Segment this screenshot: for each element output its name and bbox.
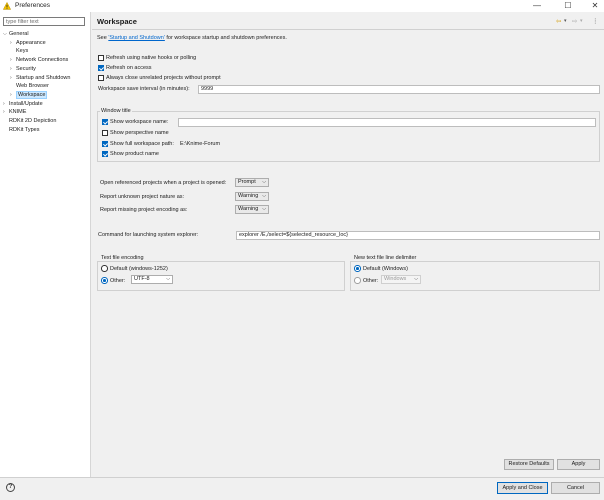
encoding-other-select[interactable]: UTF-8 ⌵ <box>131 275 173 284</box>
cancel-button[interactable]: Cancel <box>551 482 600 494</box>
refresh-native-label: Refresh using native hooks or polling <box>106 55 197 61</box>
tree-item-label: Network Connections <box>16 57 69 64</box>
system-explorer-input[interactable]: explorer /E,/select=${selected_resource_… <box>236 230 600 240</box>
page-title: Workspace <box>97 17 137 26</box>
line-delimiter-group-label: New text file line delimiter <box>353 255 418 261</box>
tree-item-label: Install/Update <box>9 100 43 107</box>
filter-input[interactable] <box>3 17 85 26</box>
encoding-other-label: Other: <box>110 277 126 284</box>
chevron-down-icon: ⌵ <box>262 206 266 212</box>
full-workspace-path-value: E:\Knime-Forum <box>180 141 221 147</box>
back-menu-chevron-icon[interactable]: ▾ <box>564 18 567 24</box>
back-arrow-icon[interactable]: ⇦ <box>556 17 561 25</box>
view-menu-icon[interactable]: ⋮ <box>592 17 599 25</box>
delimiter-default-label: Default (Windows) <box>363 265 408 272</box>
startup-shutdown-link[interactable]: 'Startup and Shutdown' <box>108 35 165 41</box>
show-perspective-name-checkbox[interactable] <box>102 130 108 136</box>
window-title: Preferences <box>15 2 51 9</box>
show-product-name-label: Show product name <box>110 151 159 157</box>
tree-item[interactable]: RDKit 2D Depiction <box>3 117 56 126</box>
tree-item-label: KNIME <box>9 109 27 116</box>
save-interval-label: Workspace save interval (in minutes): <box>98 86 190 92</box>
show-full-path-label: Show full workspace path: <box>110 141 174 147</box>
tree-item[interactable]: › KNIME <box>3 108 26 117</box>
tree-item[interactable]: › Install/Update <box>3 100 43 109</box>
show-full-path-checkbox[interactable] <box>102 141 108 147</box>
title-bar <box>0 0 604 12</box>
unknown-nature-select[interactable]: Warning ⌵ <box>235 192 269 201</box>
tree-item-label: RDKit Types <box>9 126 40 133</box>
missing-encoding-label: Report missing project encoding as: <box>100 207 188 213</box>
header-divider <box>92 29 604 30</box>
tree-item[interactable]: RDKit Types <box>3 126 39 135</box>
restore-defaults-button[interactable]: Restore Defaults <box>504 459 554 470</box>
tree-item[interactable]: › Appearance <box>10 39 46 48</box>
close-unrelated-label: Always close unrelated projects without … <box>106 75 221 81</box>
tree-item-label: Startup and Shutdown <box>16 74 71 81</box>
minimize-button[interactable]: — <box>528 0 546 12</box>
missing-encoding-value: Warning <box>238 206 259 212</box>
help-icon[interactable]: ? <box>6 483 15 492</box>
chevron-down-icon: ⌵ <box>166 276 170 282</box>
intro-text: See 'Startup and Shutdown' for workspace… <box>97 35 287 41</box>
apply-button[interactable]: Apply <box>557 459 600 470</box>
tree-item[interactable]: Keys <box>10 47 28 56</box>
forward-arrow-icon[interactable]: ⇨ <box>572 17 577 25</box>
tree-item-label: Appearance <box>16 39 46 46</box>
missing-encoding-select[interactable]: Warning ⌵ <box>235 205 269 214</box>
tree-item[interactable]: ⌵ General <box>3 30 29 39</box>
show-workspace-name-label: Show workspace name: <box>110 119 169 125</box>
tree-item-label: General <box>9 31 29 37</box>
text-encoding-group-label: Text file encoding <box>100 255 145 261</box>
open-referenced-select[interactable]: Prompt ⌵ <box>235 178 269 187</box>
window-title-group-label: Window title <box>100 108 132 114</box>
tree-item[interactable]: › Workspace <box>10 90 48 100</box>
tree-item[interactable]: › Startup and Shutdown <box>10 74 70 83</box>
app-warning-icon <box>3 2 11 10</box>
close-window-button[interactable]: ✕ <box>586 0 604 12</box>
tree-item[interactable]: › Security <box>10 65 36 74</box>
delimiter-other-radio[interactable] <box>354 277 361 284</box>
encoding-other-value: UTF-8 <box>134 276 150 282</box>
tree-item[interactable]: Web Browser <box>10 82 49 91</box>
show-workspace-name-checkbox[interactable] <box>102 119 108 125</box>
workspace-name-input[interactable] <box>178 117 596 127</box>
tree-item[interactable]: › Network Connections <box>10 56 68 65</box>
show-product-name-checkbox[interactable] <box>102 151 108 157</box>
encoding-default-label: Default (windows-1252) <box>110 265 168 272</box>
apply-and-close-button[interactable]: Apply and Close <box>497 482 548 494</box>
save-interval-input[interactable]: 9999 <box>198 84 600 94</box>
open-referenced-label: Open referenced projects when a project … <box>100 180 227 186</box>
maximize-button[interactable]: ☐ <box>559 0 577 12</box>
encoding-other-radio[interactable] <box>101 277 108 284</box>
preferences-sidebar: ⌵General›AppearanceKeys›Network Connecti… <box>0 12 91 489</box>
refresh-access-checkbox[interactable] <box>98 65 104 71</box>
show-perspective-name-label: Show perspective name <box>110 130 169 136</box>
tree-item-label: Security <box>16 65 36 72</box>
intro-suffix: for workspace startup and shutdown prefe… <box>164 35 287 41</box>
tree-item-label: Keys <box>16 48 29 55</box>
chevron-down-icon: ⌵ <box>414 276 418 282</box>
system-explorer-label: Command for launching system explorer: <box>98 232 199 238</box>
forward-menu-chevron-icon[interactable]: ▾ <box>580 18 583 24</box>
refresh-native-checkbox[interactable] <box>98 55 104 61</box>
chevron-down-icon: ⌵ <box>262 193 266 199</box>
unknown-nature-value: Warning <box>238 193 259 199</box>
intro-prefix: See <box>97 35 109 41</box>
encoding-default-radio[interactable] <box>101 265 108 272</box>
tree-item-label: Web Browser <box>16 83 49 90</box>
delimiter-other-select[interactable]: Windows ⌵ <box>381 275 421 284</box>
refresh-access-label: Refresh on access <box>106 65 152 71</box>
open-referenced-value: Prompt <box>238 179 256 185</box>
delimiter-other-value: Windows <box>384 276 407 282</box>
close-unrelated-checkbox[interactable] <box>98 75 104 81</box>
delimiter-other-label: Other: <box>363 277 379 284</box>
tree-item-label: RDKit 2D Depiction <box>9 118 57 124</box>
unknown-nature-label: Report unknown project nature as: <box>100 194 185 200</box>
chevron-down-icon: ⌵ <box>262 179 266 185</box>
tree-item-label: Workspace <box>16 90 48 99</box>
delimiter-default-radio[interactable] <box>354 265 361 272</box>
